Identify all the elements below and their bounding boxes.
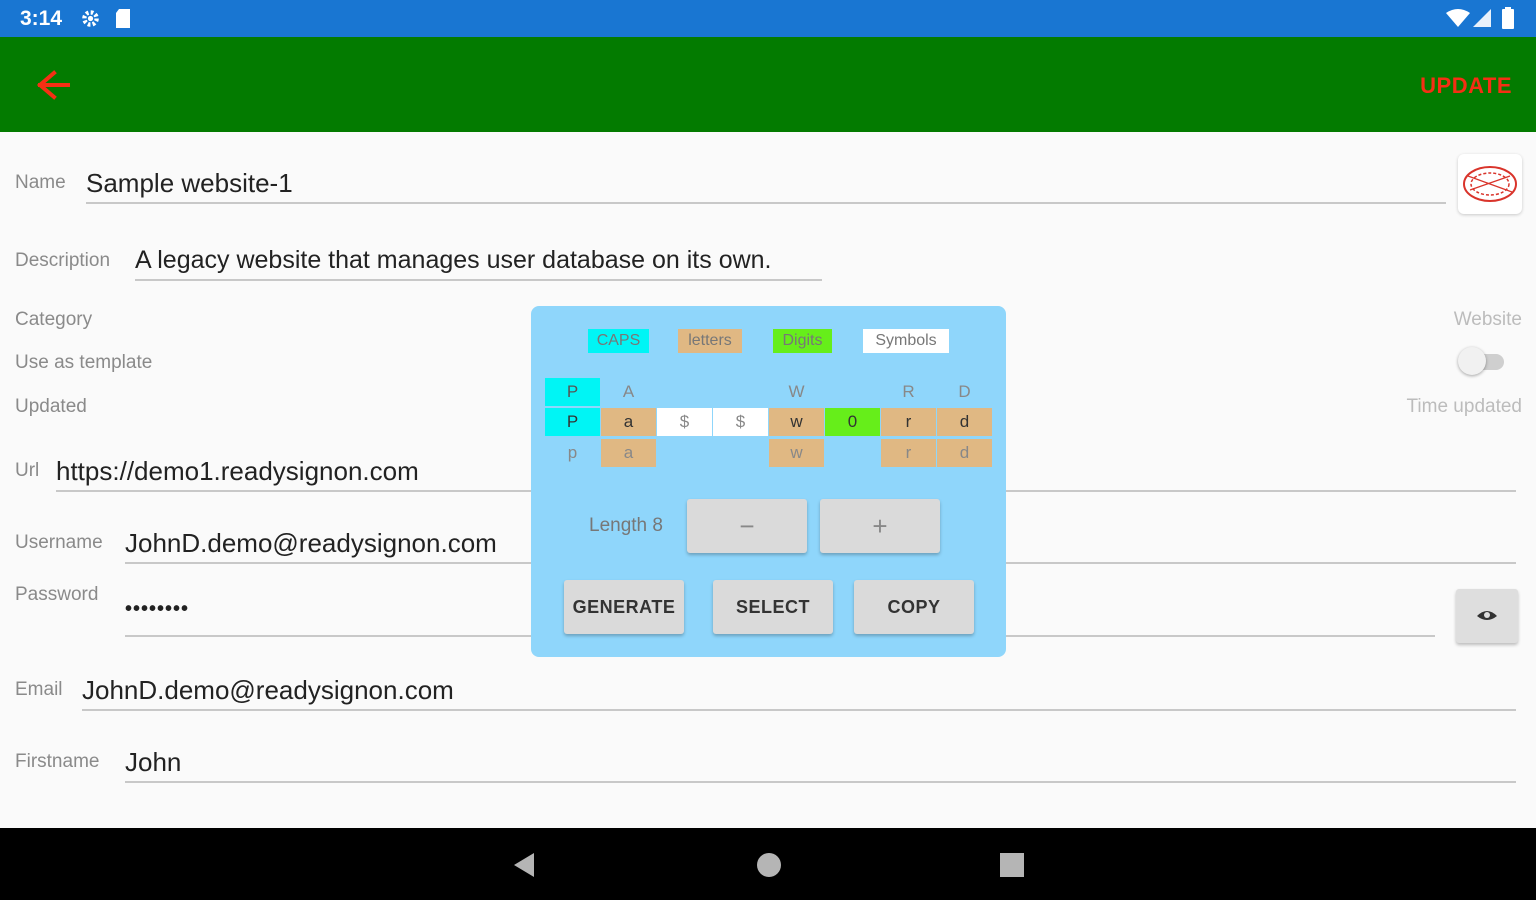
description-underline xyxy=(135,279,822,281)
show-password-button[interactable] xyxy=(1456,589,1518,643)
recents-nav-button[interactable] xyxy=(995,848,1029,882)
legend-digits: Digits xyxy=(773,329,832,353)
name-label: Name xyxy=(15,172,66,193)
firstname-field[interactable]: John xyxy=(125,747,181,778)
email-underline xyxy=(82,709,1516,711)
back-nav-button[interactable] xyxy=(508,848,542,882)
firstname-underline xyxy=(125,781,1516,783)
template-toggle[interactable] xyxy=(1458,345,1506,377)
firstname-label: Firstname xyxy=(15,751,100,772)
username-field[interactable]: JohnD.demo@readysignon.com xyxy=(125,528,497,559)
description-label: Description xyxy=(15,250,111,271)
lower-cell-3[interactable] xyxy=(657,439,712,467)
password-label: Password xyxy=(15,584,99,605)
category-label: Category xyxy=(15,309,93,330)
increase-length-button[interactable]: + xyxy=(820,499,940,553)
template-label: Use as template xyxy=(15,352,153,373)
app-bar: UPDATE xyxy=(0,37,1536,132)
lowercase-option-row: p a w r d xyxy=(545,439,993,467)
upper-cell-8[interactable]: D xyxy=(937,378,992,406)
upper-cell-7[interactable]: R xyxy=(881,378,936,406)
back-button[interactable] xyxy=(30,65,76,105)
upper-cell-6[interactable] xyxy=(825,378,880,406)
password-char-1[interactable]: P xyxy=(545,408,600,436)
lower-cell-8[interactable]: d xyxy=(937,439,992,467)
battery-icon xyxy=(1502,7,1514,34)
email-label: Email xyxy=(15,679,63,700)
url-field[interactable]: https://demo1.readysignon.com xyxy=(56,456,419,487)
upper-cell-5[interactable]: W xyxy=(769,378,824,406)
upper-cell-3[interactable] xyxy=(657,378,712,406)
email-field[interactable]: JohnD.demo@readysignon.com xyxy=(82,675,454,706)
category-value[interactable]: Website xyxy=(1454,309,1522,331)
password-char-7[interactable]: r xyxy=(881,408,936,436)
legend-caps: CAPS xyxy=(588,329,649,353)
triangle-back-icon xyxy=(514,853,534,877)
upper-cell-4[interactable] xyxy=(713,378,768,406)
status-time: 3:14 xyxy=(20,7,63,30)
home-nav-button[interactable] xyxy=(752,848,786,882)
password-generator-popup: CAPS letters Digits Symbols P A W R D P … xyxy=(531,306,1006,657)
generate-button[interactable]: GENERATE xyxy=(564,580,684,634)
name-field[interactable]: Sample website-1 xyxy=(86,168,293,199)
site-icon-thumbnail[interactable] xyxy=(1458,154,1522,214)
lower-cell-4[interactable] xyxy=(713,439,768,467)
sd-card-icon xyxy=(114,8,132,34)
decrease-length-button[interactable]: − xyxy=(687,499,807,553)
upper-cell-1[interactable]: P xyxy=(545,378,600,406)
description-field[interactable]: A legacy website that manages user datab… xyxy=(135,246,772,275)
lower-cell-6[interactable] xyxy=(825,439,880,467)
legend-letters: letters xyxy=(678,329,742,353)
stamp-icon xyxy=(1463,166,1517,202)
wifi-icon xyxy=(1446,9,1470,32)
circle-home-icon xyxy=(757,853,781,877)
password-char-6[interactable]: 0 xyxy=(825,408,880,436)
lower-cell-7[interactable]: r xyxy=(881,439,936,467)
password-char-5[interactable]: w xyxy=(769,408,824,436)
password-char-3[interactable]: $ xyxy=(657,408,712,436)
updated-label: Updated xyxy=(15,396,87,417)
update-button[interactable]: UPDATE xyxy=(1420,73,1512,99)
updated-value: Time updated xyxy=(1406,396,1522,417)
legend-symbols: Symbols xyxy=(863,329,949,353)
navigation-bar xyxy=(0,828,1536,900)
password-char-8[interactable]: d xyxy=(937,408,992,436)
select-button[interactable]: SELECT xyxy=(713,580,833,634)
uppercase-option-row: P A W R D xyxy=(545,378,993,406)
lower-cell-2[interactable]: a xyxy=(601,439,656,467)
lower-cell-1[interactable]: p xyxy=(545,439,600,467)
password-field[interactable]: •••••••• xyxy=(125,598,189,621)
length-label: Length 8 xyxy=(589,515,663,536)
gear-icon xyxy=(80,8,101,34)
toggle-thumb xyxy=(1458,347,1486,375)
signal-icon xyxy=(1473,9,1491,32)
password-character-row: P a $ $ w 0 r d xyxy=(545,408,993,436)
arrow-left-icon xyxy=(36,70,70,100)
status-bar: 3:14 xyxy=(0,0,1536,37)
url-label: Url xyxy=(15,460,40,481)
password-char-2[interactable]: a xyxy=(601,408,656,436)
eye-icon xyxy=(1477,611,1497,620)
password-char-4[interactable]: $ xyxy=(713,408,768,436)
lower-cell-5[interactable]: w xyxy=(769,439,824,467)
username-label: Username xyxy=(15,532,103,553)
copy-button[interactable]: COPY xyxy=(854,580,974,634)
square-recents-icon xyxy=(1000,853,1024,877)
upper-cell-2[interactable]: A xyxy=(601,378,656,406)
name-underline xyxy=(86,202,1446,204)
